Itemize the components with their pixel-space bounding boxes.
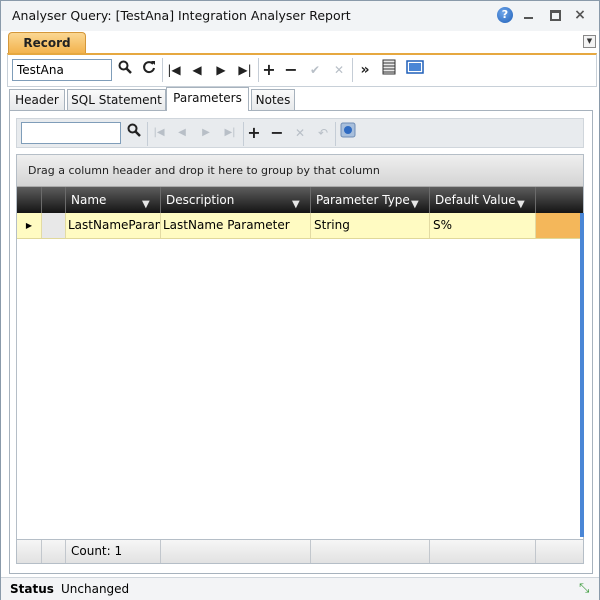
parameters-grid: Drag a column header and drop it here to… [16,154,584,564]
grid-toolbar: |◀ ◀ ▶ ▶| + − ✕ ↶ [16,118,584,148]
column-header-default-value-label: Default Value [435,193,516,207]
tab-notes[interactable]: Notes [251,89,295,111]
parameters-panel: |◀ ◀ ▶ ▶| + − ✕ ↶ Drag a column header a… [9,110,593,574]
column-header-name-label: Name [71,193,107,207]
dialog-window: Analyser Query: [TestAna] Integration An… [0,0,600,600]
next-record-icon[interactable]: ▶ [210,59,232,81]
grid-header-row: Name ▼ Description ▼ Parameter Type ▼ De… [17,187,583,213]
first-record-icon[interactable]: |◀ [163,59,185,81]
close-button[interactable]: × [572,7,588,23]
last-record-icon[interactable]: ▶| [234,59,256,81]
column-header-description[interactable]: Description ▼ [161,187,311,213]
cell-name[interactable]: LastNameParam [66,213,161,238]
minimize-button[interactable] [521,7,537,23]
grid-next-icon[interactable]: ▶ [195,122,217,144]
grid-undo-icon[interactable]: ↶ [312,122,334,144]
refresh-icon[interactable] [138,59,160,81]
resize-grip-icon[interactable]: ⤡ [579,581,589,596]
status-value: Unchanged [61,582,130,596]
grid-remove-icon[interactable]: − [266,122,288,144]
more-icon[interactable]: » [354,59,376,81]
grid-search-icon[interactable] [123,122,145,144]
row-filler-cell [536,213,583,238]
previous-record-icon[interactable]: ◀ [186,59,208,81]
accept-icon[interactable]: ✔ [304,59,326,81]
column-header-parameter-type[interactable]: Parameter Type ▼ [311,187,430,213]
layout-icon[interactable] [404,59,426,81]
remove-icon[interactable]: − [280,59,302,81]
grid-previous-icon[interactable]: ◀ [171,122,193,144]
ribbon-collapse-button[interactable]: ▼ [583,35,596,48]
grid-first-icon[interactable]: |◀ [148,122,170,144]
record-search-input[interactable] [12,59,112,81]
row-indicator-header [17,187,42,213]
tab-parameters[interactable]: Parameters [166,87,249,111]
status-bar: Status Unchanged [1,577,599,600]
row-select-cell[interactable] [42,213,66,238]
tab-sql-statement[interactable]: SQL Statement [67,89,166,111]
footer-cell [17,540,42,563]
column-header-parameter-type-label: Parameter Type [316,193,410,207]
grid-last-icon[interactable]: ▶| [219,122,241,144]
columns-icon[interactable] [378,59,400,81]
cell-description[interactable]: LastName Parameter [161,213,311,238]
status-label: Status [10,582,54,596]
ribbon-toolbar: |◀ ◀ ▶ ▶| + − ✔ ✕ » [7,53,597,87]
footer-cell [311,540,430,563]
cell-default-value[interactable]: S% [430,213,536,238]
grid-cancel-icon[interactable]: ✕ [289,122,311,144]
ribbon-tab-record[interactable]: Record [8,32,86,54]
column-header-description-label: Description [166,193,235,207]
window-title: Analyser Query: [TestAna] Integration An… [12,8,351,23]
footer-cell [430,540,536,563]
row-indicator-icon: ▶ [17,213,42,238]
footer-cell [161,540,311,563]
table-row[interactable]: ▶ LastNameParam LastName Parameter Strin… [17,213,583,239]
search-icon[interactable] [114,59,136,81]
grid-add-icon[interactable]: + [243,122,265,144]
title-bar: Analyser Query: [TestAna] Integration An… [1,1,599,31]
grid-export-icon[interactable] [337,122,359,144]
grid-footer-row: Count: 1 [17,539,583,563]
cancel-icon[interactable]: ✕ [328,59,350,81]
row-count-label: Count: 1 [66,540,161,563]
footer-cell [42,540,66,563]
grid-search-input[interactable] [21,122,121,144]
column-header-name[interactable]: Name ▼ [66,187,161,213]
form-tabs: Header SQL Statement Parameters Notes [9,87,593,111]
tab-header[interactable]: Header [9,89,65,111]
ribbon-tab-strip: Record ▼ [1,31,599,54]
cell-parameter-type[interactable]: String [311,213,430,238]
group-by-area[interactable]: Drag a column header and drop it here to… [17,155,583,187]
column-header-default-value[interactable]: Default Value ▼ [430,187,536,213]
row-select-header[interactable] [42,187,66,213]
add-icon[interactable]: + [258,59,280,81]
help-icon[interactable]: ? [497,7,513,23]
maximize-button[interactable] [547,7,563,23]
vertical-scrollbar[interactable] [580,213,584,537]
